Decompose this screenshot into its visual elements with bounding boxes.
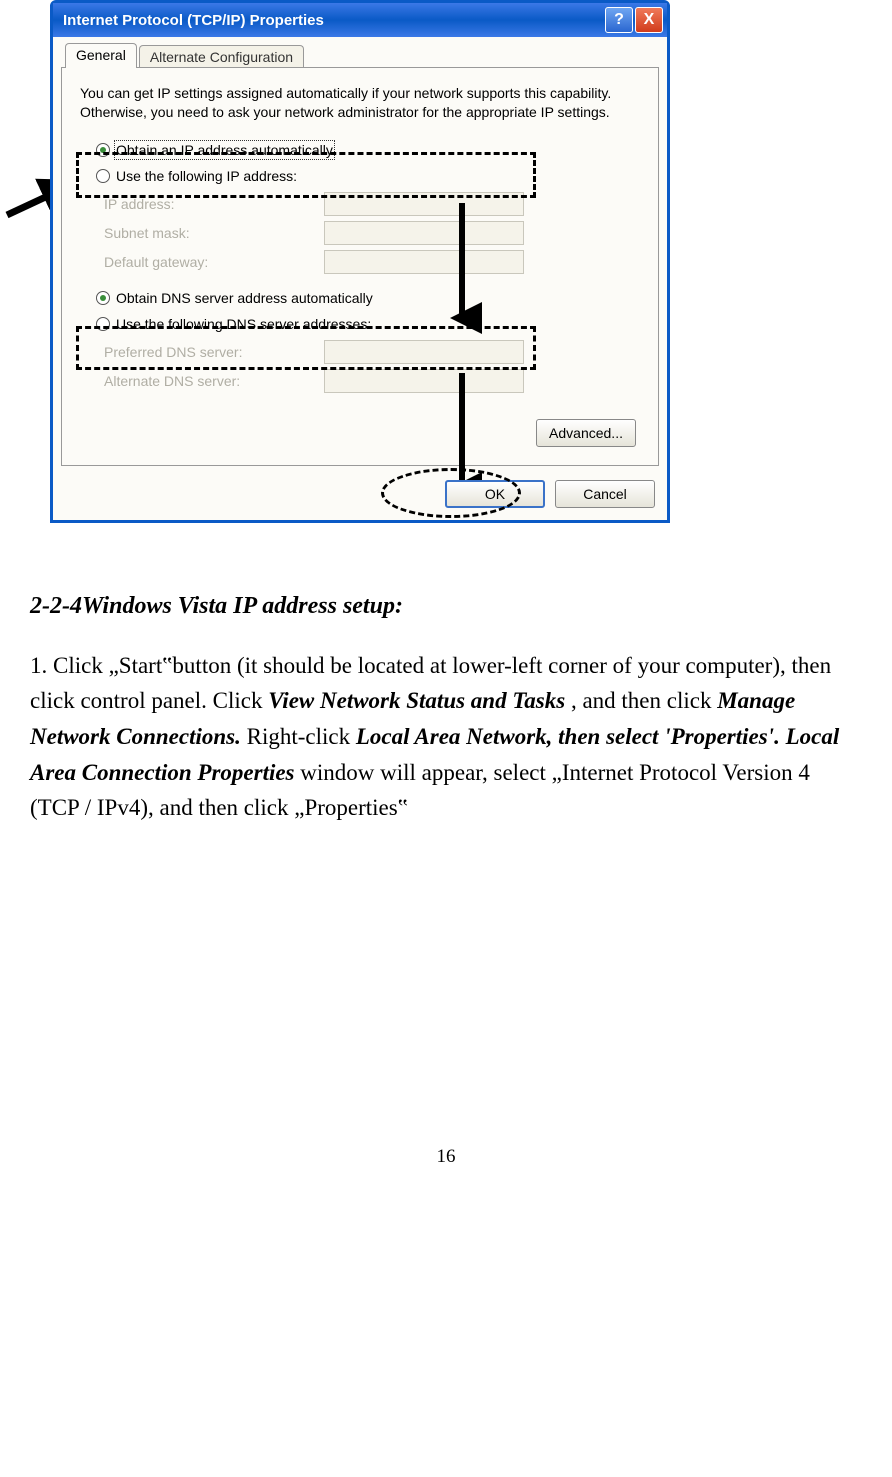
preferred-dns-input[interactable]: [324, 340, 524, 364]
close-button[interactable]: X: [635, 7, 663, 33]
radio-use-ip[interactable]: Use the following IP address:: [92, 166, 640, 186]
general-panel: You can get IP settings assigned automat…: [61, 67, 659, 466]
help-icon: ?: [614, 11, 624, 29]
radio-obtain-dns[interactable]: Obtain DNS server address automatically: [92, 288, 640, 308]
cancel-button[interactable]: Cancel: [555, 480, 655, 508]
advanced-button[interactable]: Advanced...: [536, 419, 636, 447]
help-button[interactable]: ?: [605, 7, 633, 33]
dns-fields: Preferred DNS server: Alternate DNS serv…: [104, 340, 640, 393]
tab-strip: General Alternate Configuration: [61, 43, 659, 68]
radio-use-dns-label: Use the following DNS server addresses:: [116, 316, 371, 332]
radio-icon: [96, 291, 110, 305]
default-gateway-input[interactable]: [324, 250, 524, 274]
subnet-mask-input[interactable]: [324, 221, 524, 245]
page-number: 16: [30, 1146, 862, 1168]
alternate-dns-input[interactable]: [324, 369, 524, 393]
ip-address-label: IP address:: [104, 196, 324, 212]
instruction-paragraph: 1. Click „Start‟button (it should be loc…: [30, 648, 862, 826]
radio-obtain-ip[interactable]: Obtain an IP address automatically: [92, 140, 640, 160]
subnet-mask-label: Subnet mask:: [104, 225, 324, 241]
ok-button[interactable]: OK: [445, 480, 545, 508]
radio-use-dns[interactable]: Use the following DNS server addresses:: [92, 314, 640, 334]
radio-icon: [96, 143, 110, 157]
radio-icon: [96, 317, 110, 331]
radio-use-ip-label: Use the following IP address:: [116, 168, 297, 184]
titlebar: Internet Protocol (TCP/IP) Properties ? …: [53, 3, 667, 37]
alternate-dns-label: Alternate DNS server:: [104, 373, 324, 389]
preferred-dns-label: Preferred DNS server:: [104, 344, 324, 360]
ip-address-input[interactable]: [324, 192, 524, 216]
section-heading: 2-2-4Windows Vista IP address setup:: [30, 593, 862, 620]
ip-fields: IP address: Subnet mask: Default gateway…: [104, 192, 640, 274]
radio-obtain-ip-label: Obtain an IP address automatically: [116, 142, 333, 158]
tcpip-properties-dialog: Internet Protocol (TCP/IP) Properties ? …: [50, 0, 670, 523]
window-title: Internet Protocol (TCP/IP) Properties: [63, 12, 603, 29]
tab-general[interactable]: General: [65, 43, 137, 68]
close-icon: X: [644, 11, 655, 29]
panel-description: You can get IP settings assigned automat…: [80, 84, 640, 122]
tab-alternate[interactable]: Alternate Configuration: [139, 45, 304, 68]
radio-obtain-dns-label: Obtain DNS server address automatically: [116, 290, 373, 306]
radio-icon: [96, 169, 110, 183]
default-gateway-label: Default gateway:: [104, 254, 324, 270]
